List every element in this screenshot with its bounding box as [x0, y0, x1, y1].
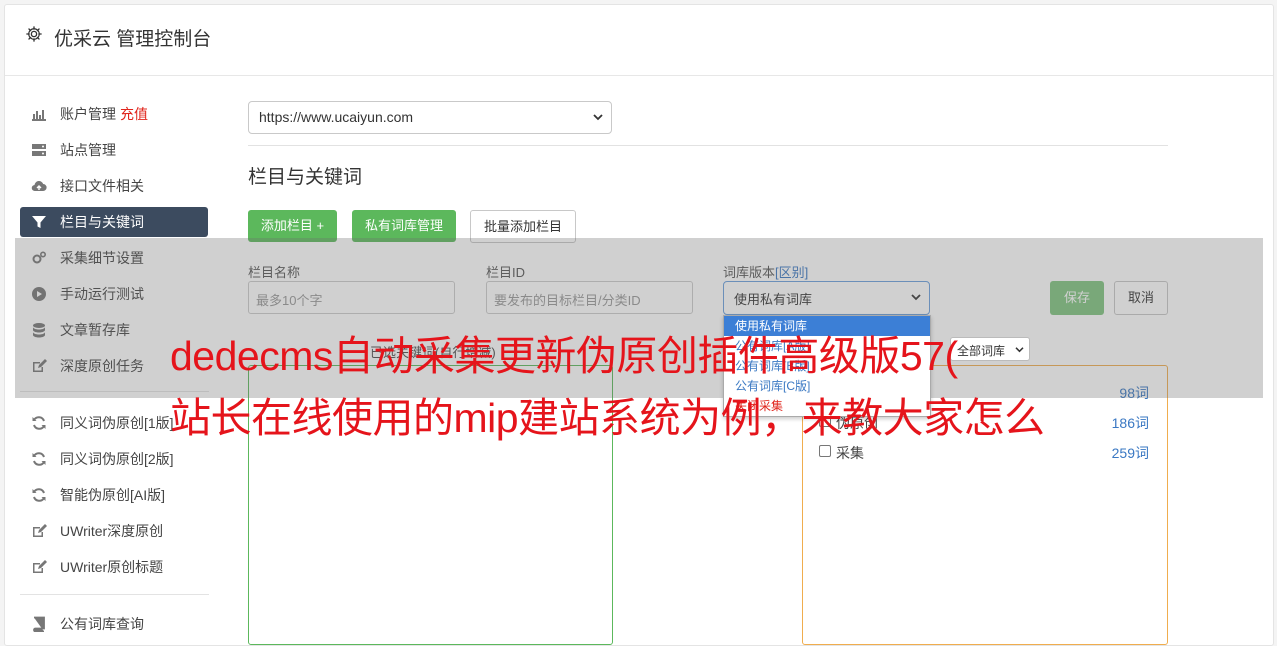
sidebar-item-synonym-v2[interactable]: 同义词伪原创[2版] [20, 444, 208, 474]
recharge-link[interactable]: 充值 [120, 106, 148, 122]
sidebar-item-label: 公有词库查询 [60, 616, 144, 632]
sidebar-item-label: 同义词伪原创[1版] [60, 415, 174, 431]
gear-icon [26, 26, 42, 42]
sidebar-item-label: UWriter深度原创 [60, 523, 164, 539]
sidebar-item-sites[interactable]: 站点管理 [20, 135, 208, 165]
library-filter-select[interactable]: 全部词库 [950, 337, 1030, 361]
refresh-icon [32, 488, 46, 502]
sidebar-item-label: 站点管理 [60, 142, 116, 158]
refresh-icon [32, 416, 46, 430]
sidebar-item-label: 栏目与关键词 [60, 214, 144, 230]
page-header: 优采云 管理控制台 [5, 5, 1273, 76]
sidebar-item-uwriter-deep[interactable]: UWriter深度原创 [20, 516, 208, 546]
cloud-upload-icon [31, 181, 47, 192]
chevron-down-icon [1015, 347, 1024, 353]
app-title: 优采云 管理控制台 [54, 29, 212, 50]
divider [248, 145, 1168, 146]
refresh-icon [32, 452, 46, 466]
sidebar-item-label: 智能伪原创[AI版] [60, 487, 166, 503]
edit-icon [33, 560, 47, 573]
checkbox[interactable] [819, 445, 831, 457]
sidebar-divider [20, 594, 209, 595]
sidebar-item-label: 接口文件相关 [60, 178, 144, 194]
bar-chart-icon [32, 110, 46, 121]
edit-icon [33, 524, 47, 537]
sidebar-item-public-lib[interactable]: 公有词库查询 [20, 609, 208, 639]
sidebar-item-label: UWriter原创标题 [60, 559, 164, 575]
watermark-line-2: 站长在线使用的mip建站系统为例，来教大家怎么 [170, 395, 1045, 441]
sidebar-item-uwriter-title[interactable]: UWriter原创标题 [20, 552, 208, 582]
book-icon [33, 616, 45, 632]
sidebar-item-ai-rewrite[interactable]: 智能伪原创[AI版] [20, 480, 208, 510]
watermark-line-1: dedecms自动采集更新伪原创插件高级版57( [170, 333, 958, 379]
chevron-down-icon [593, 114, 603, 121]
sidebar-item-label: 账户管理 [60, 106, 116, 122]
sidebar-item-label: 同义词伪原创[2版] [60, 451, 174, 467]
sidebar-item-interface[interactable]: 接口文件相关 [20, 171, 208, 201]
filter-icon [32, 216, 46, 228]
sidebar-item-account[interactable]: 账户管理 充值 [20, 99, 208, 129]
site-select[interactable]: https://www.ucaiyun.com [248, 101, 612, 134]
section-title: 栏目与关键词 [248, 167, 363, 188]
server-icon [32, 144, 46, 156]
library-item[interactable]: 采集 259词 [819, 442, 1149, 462]
sidebar-item-columns[interactable]: 栏目与关键词 [20, 207, 208, 237]
